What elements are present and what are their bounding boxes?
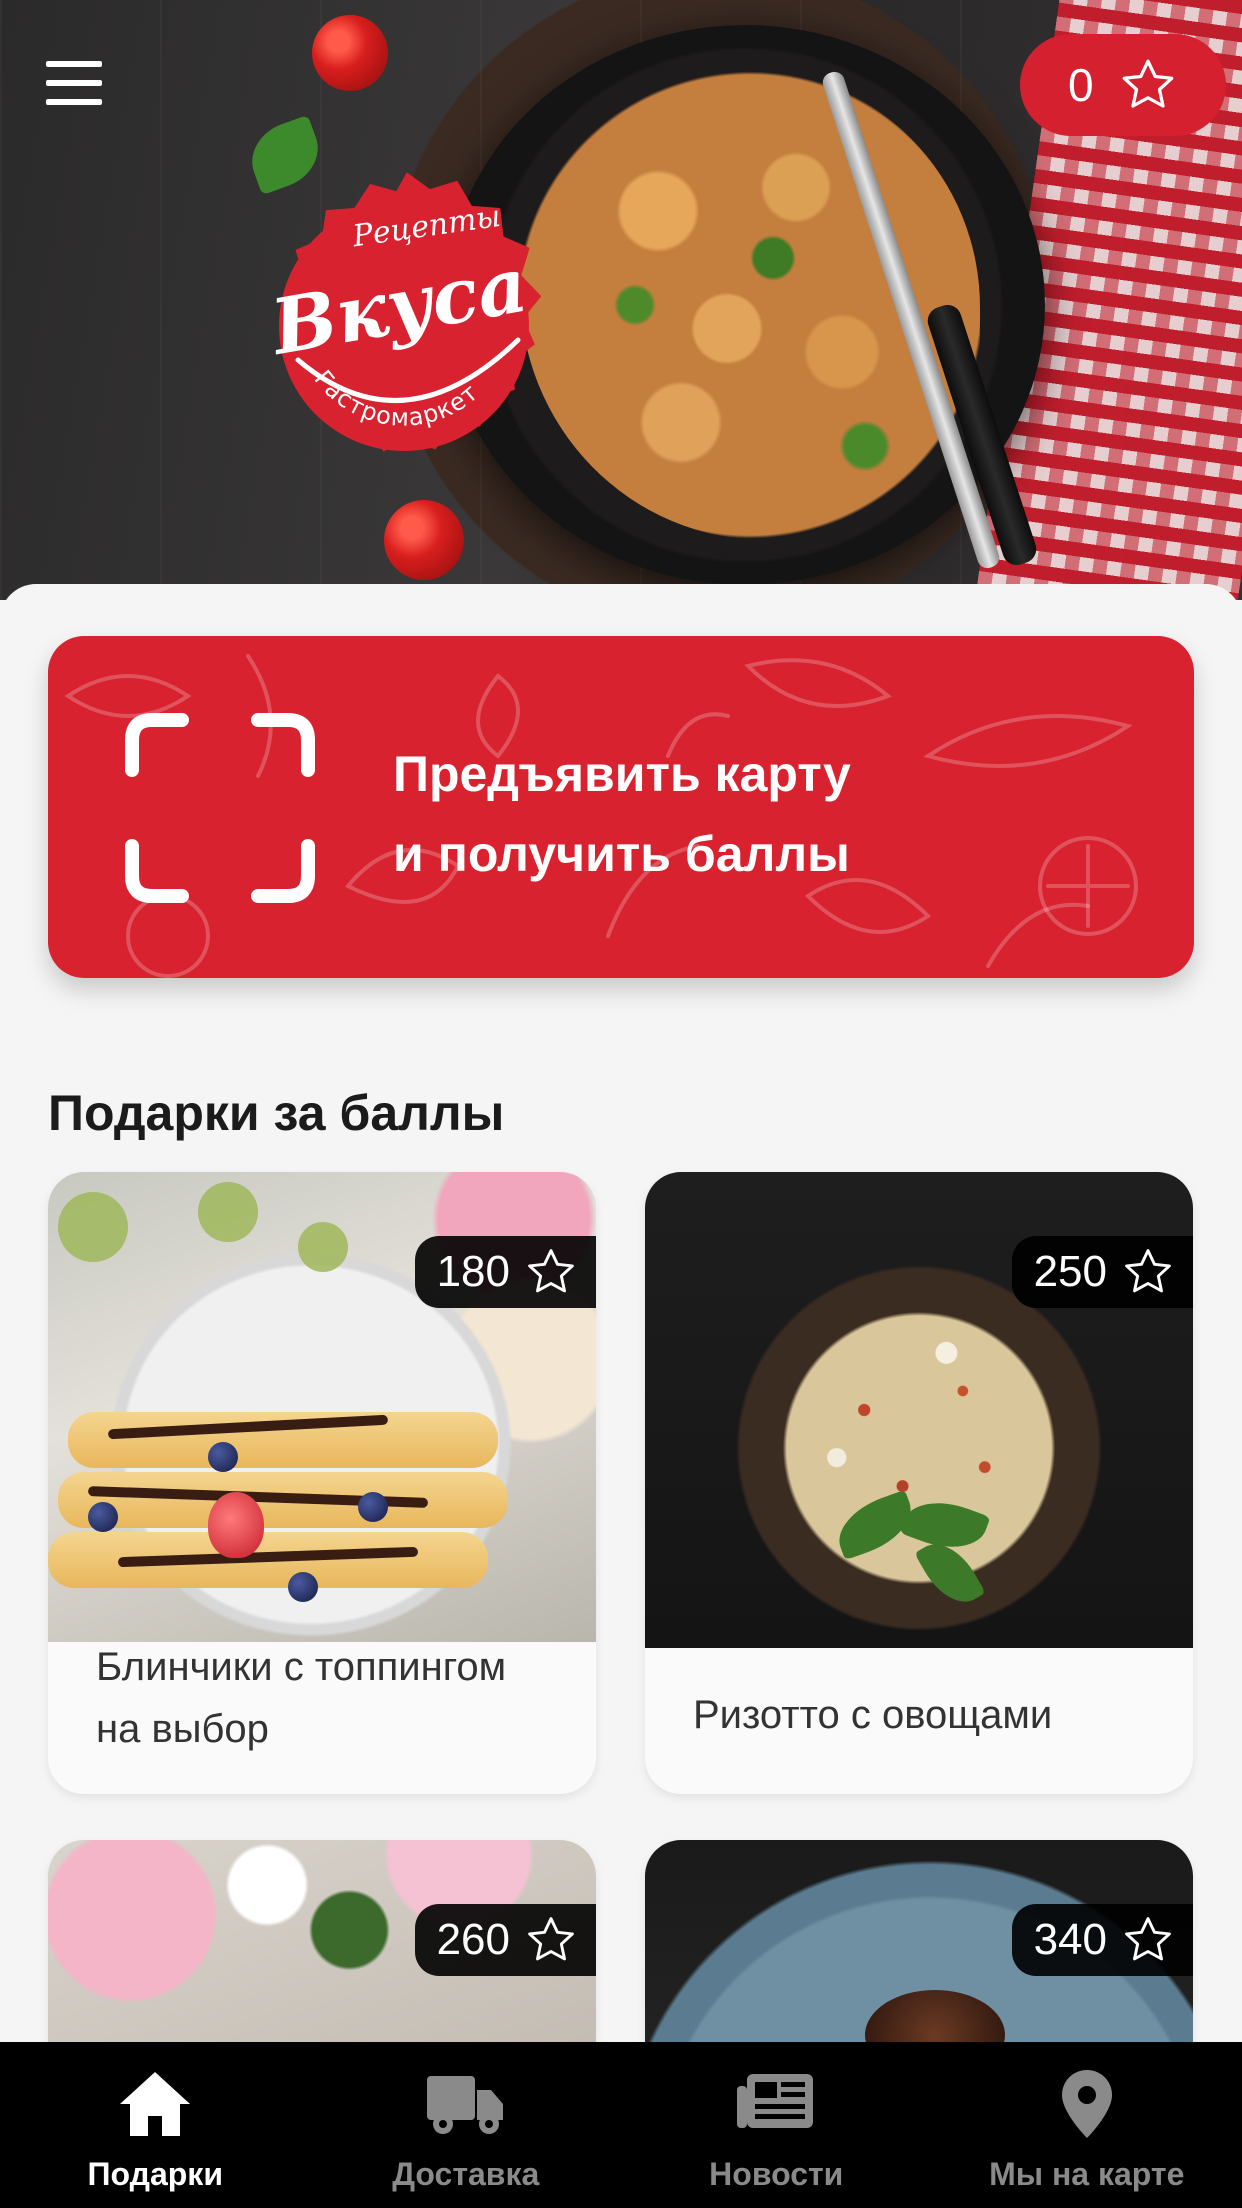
promo-line-2: и получить баллы [393, 826, 850, 882]
tomato [312, 15, 388, 91]
points-balance-value: 0 [1068, 59, 1094, 111]
points-badge: 340 [1011, 1904, 1193, 1976]
nav-label-map: Мы на карте [989, 2156, 1185, 2192]
newspaper-icon [737, 2074, 814, 2128]
points-badge: 260 [414, 1904, 596, 1976]
home-icon [120, 2072, 191, 2136]
gifts-section-title: Подарки за баллы [48, 1085, 505, 1141]
nav-label-delivery: Доставка [392, 2156, 540, 2192]
hamburger-icon-line [46, 99, 102, 105]
map-pin-icon [1061, 2070, 1112, 2138]
hamburger-icon-line [46, 61, 102, 67]
star-icon [528, 1249, 574, 1293]
tomato [384, 500, 464, 580]
vkusa-logo: Рецепты Вкуса Гастромаркет [263, 172, 542, 452]
main-content: Предъявить карту и получить баллы Подарк… [0, 584, 1242, 2140]
menu-button[interactable] [44, 58, 104, 108]
truck-icon [426, 2076, 503, 2134]
gift-card[interactable]: 250 Ризотто с овощами [645, 1172, 1193, 1794]
promo-line-1: Предъявить карту [393, 746, 851, 802]
scan-frame-icon [125, 713, 315, 903]
star-icon [528, 1917, 574, 1961]
points-badge: 250 [1011, 1236, 1193, 1308]
gift-name: Блинчики с топпингом на выбор [96, 1645, 507, 1751]
bottom-navigation: Подарки Доставка Новости Мы на карте [0, 2042, 1242, 2208]
star-icon [1122, 59, 1173, 108]
gift-name: Ризотто с овощами [693, 1693, 1053, 1737]
show-card-banner[interactable]: Предъявить карту и получить баллы [48, 636, 1194, 978]
star-icon [1125, 1917, 1171, 1961]
points-badge-value: 180 [436, 1247, 510, 1296]
hamburger-icon-line [46, 80, 102, 86]
nav-label-news: Новости [709, 2156, 844, 2192]
nav-tab-delivery[interactable]: Доставка [311, 2042, 622, 2208]
nav-tab-news[interactable]: Новости [621, 2042, 932, 2208]
points-balance-button[interactable]: 0 [1020, 34, 1226, 136]
nav-tab-gifts[interactable]: Подарки [0, 2042, 311, 2208]
nav-label-gifts: Подарки [87, 2156, 223, 2192]
star-icon [1125, 1249, 1171, 1293]
points-badge-value: 250 [1033, 1247, 1107, 1296]
points-badge-value: 260 [436, 1915, 510, 1964]
points-badge-value: 340 [1033, 1915, 1107, 1964]
nav-tab-map[interactable]: Мы на карте [932, 2042, 1242, 2208]
points-badge: 180 [414, 1236, 596, 1308]
gift-card[interactable]: 180 Блинчики с топпингом на выбор [48, 1172, 596, 1794]
